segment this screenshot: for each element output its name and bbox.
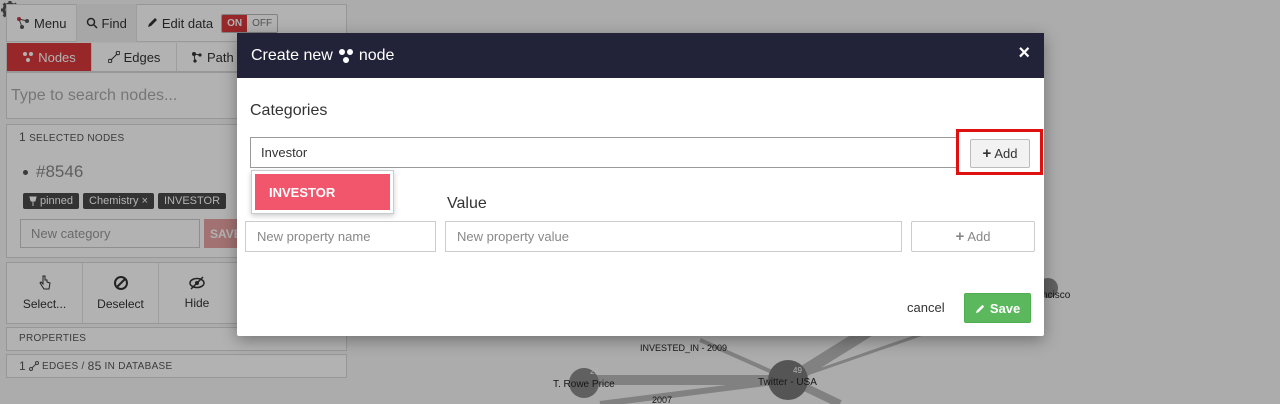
dialog-title-prefix: Create new [251, 46, 333, 64]
create-node-dialog: Create new node × Categories + Add INVES… [237, 33, 1044, 336]
property-name-input[interactable] [245, 221, 436, 252]
cancel-link[interactable]: cancel [907, 300, 945, 315]
add-property-button[interactable]: + Add [911, 221, 1035, 252]
value-label: Value [447, 195, 487, 212]
categories-label: Categories [250, 102, 328, 119]
node-icon [338, 48, 353, 63]
dialog-header: Create new node × [237, 33, 1044, 78]
add-property-label: Add [967, 229, 991, 244]
dialog-title-suffix: node [358, 46, 395, 64]
category-input[interactable] [250, 137, 957, 168]
save-label: Save [989, 300, 1021, 316]
plus-icon: + [955, 228, 965, 245]
pencil-icon [975, 304, 984, 313]
property-value-input[interactable] [445, 221, 902, 252]
add-category-label: Add [994, 146, 1018, 161]
save-button[interactable]: Save [964, 293, 1031, 323]
suggestion-item[interactable]: INVESTOR [255, 174, 390, 210]
plus-icon: + [982, 145, 992, 162]
add-category-button[interactable]: + Add [970, 139, 1030, 168]
category-suggestions: INVESTOR [251, 170, 394, 214]
dialog-title: Create new node [251, 47, 394, 65]
close-icon[interactable]: × [1018, 42, 1030, 65]
